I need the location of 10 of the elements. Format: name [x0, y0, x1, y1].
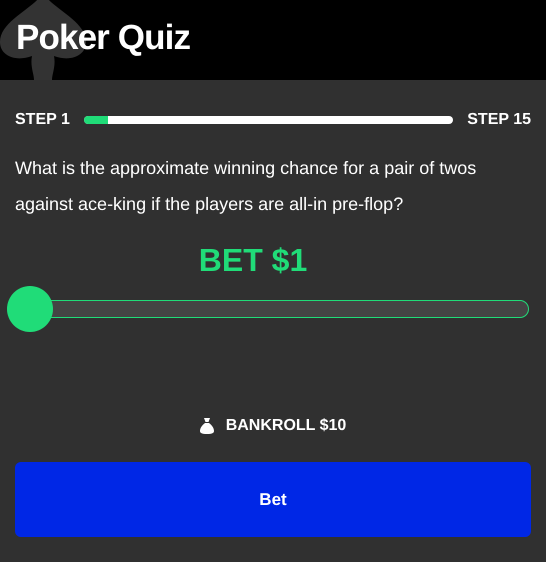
start-step-label: STEP 1: [15, 110, 70, 130]
bet-slider[interactable]: [7, 286, 531, 332]
question-text: What is the approximate winning chance for a pair of twos against ace-king if the players are all-in pre-flop?: [15, 157, 478, 216]
bet-amount: BET $1: [198, 241, 308, 280]
app-title: Poker Quiz: [16, 20, 190, 55]
bankroll-label: BANKROLL $10: [226, 416, 346, 436]
end-step-label: STEP 15: [467, 110, 531, 130]
slider-thumb[interactable]: [7, 286, 53, 332]
money-bag-icon: [200, 418, 214, 434]
bet-button[interactable]: Bet: [15, 462, 531, 537]
